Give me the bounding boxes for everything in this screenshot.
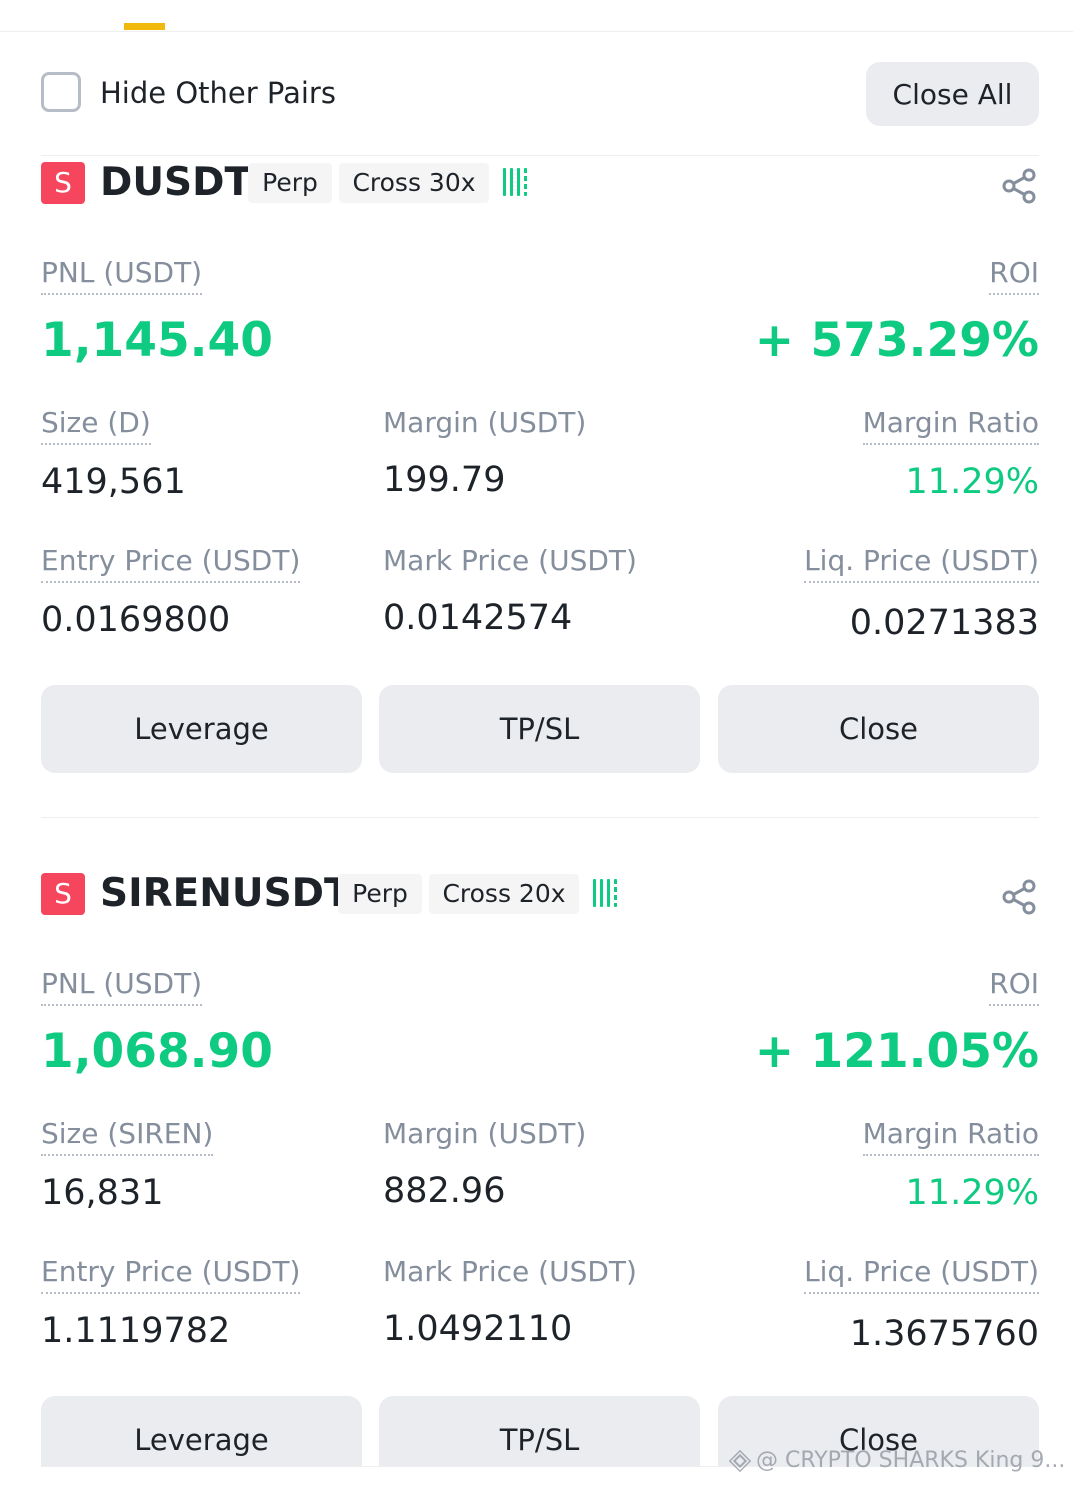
positions-toolbar: Hide Other Pairs Close All [41,62,1039,126]
hide-other-pairs-checkbox[interactable] [41,72,81,112]
liq-price-value: 1.3675760 [849,1314,1039,1354]
liq-price-label[interactable]: Liq. Price (USDT) [804,1255,1039,1294]
size-label[interactable]: Size (SIREN) [41,1117,214,1156]
active-tab-indicator [124,23,165,30]
hide-other-pairs-label: Hide Other Pairs [100,76,336,110]
margin-ratio-label[interactable]: Margin Ratio [862,1117,1039,1156]
mark-price-value: 1.0492110 [383,1309,573,1349]
position-card: S DUSDT Perp Cross 30x PNL (USDT) ROI 1,… [41,156,1039,776]
roi-label[interactable]: ROI [989,967,1039,1006]
binance-logo-icon [728,1449,752,1472]
share-icon[interactable] [999,166,1039,206]
share-icon[interactable] [999,877,1039,917]
margin-ratio-value: 11.29% [905,462,1039,502]
margin-value: 882.96 [383,1171,506,1211]
entry-price-label[interactable]: Entry Price (USDT) [41,1255,301,1294]
adl-indicator-icon [593,877,617,907]
pnl-value: 1,145.40 [41,313,273,368]
margin-label: Margin (USDT) [383,406,587,439]
entry-price-value: 1.1119782 [41,1311,231,1351]
size-label[interactable]: Size (D) [41,406,151,445]
size-value: 16,831 [41,1173,164,1213]
leverage-button[interactable]: Leverage [41,1396,362,1466]
pnl-value: 1,068.90 [41,1024,273,1079]
top-tab-bar [0,0,1073,32]
close-position-button[interactable]: Close [718,685,1039,773]
liq-price-value: 0.0271383 [849,603,1039,643]
short-side-badge: S [41,162,85,204]
margin-value: 199.79 [383,460,506,500]
position-header: S SIRENUSDT Perp Cross 20x [41,867,1039,916]
watermark-text: @ CRYPTO SHARKS King 9... [756,1448,1066,1473]
perp-tag: Perp [338,874,422,914]
divider [41,817,1039,818]
entry-price-label[interactable]: Entry Price (USDT) [41,544,301,583]
close-all-button[interactable]: Close All [866,62,1039,126]
position-card: S SIRENUSDT Perp Cross 20x PNL (USDT) RO… [41,867,1039,1487]
roi-label[interactable]: ROI [989,256,1039,295]
perp-tag: Perp [248,163,332,203]
margin-ratio-label[interactable]: Margin Ratio [862,406,1039,445]
tpsl-button[interactable]: TP/SL [379,685,700,773]
position-header: S DUSDT Perp Cross 30x [41,156,1039,205]
mark-price-label: Mark Price (USDT) [383,1255,637,1288]
roi-value: + 573.29% [754,313,1039,368]
position-symbol[interactable]: DUSDT [100,159,251,207]
margin-mode-tag[interactable]: Cross 30x [339,163,489,203]
liq-price-label[interactable]: Liq. Price (USDT) [804,544,1039,583]
adl-indicator-icon [503,166,527,196]
pnl-label[interactable]: PNL (USDT) [41,256,203,295]
short-side-badge: S [41,873,85,915]
watermark: @ CRYPTO SHARKS King 9... [728,1448,1065,1473]
margin-mode-tag[interactable]: Cross 20x [429,874,579,914]
roi-value: + 121.05% [754,1024,1039,1079]
mark-price-label: Mark Price (USDT) [383,544,637,577]
leverage-button[interactable]: Leverage [41,685,362,773]
margin-label: Margin (USDT) [383,1117,587,1150]
mark-price-value: 0.0142574 [383,598,573,638]
entry-price-value: 0.0169800 [41,600,231,640]
size-value: 419,561 [41,462,186,502]
tpsl-button[interactable]: TP/SL [379,1396,700,1466]
pnl-label[interactable]: PNL (USDT) [41,967,203,1006]
margin-ratio-value: 11.29% [905,1173,1039,1213]
position-symbol[interactable]: SIRENUSDT [100,870,351,918]
